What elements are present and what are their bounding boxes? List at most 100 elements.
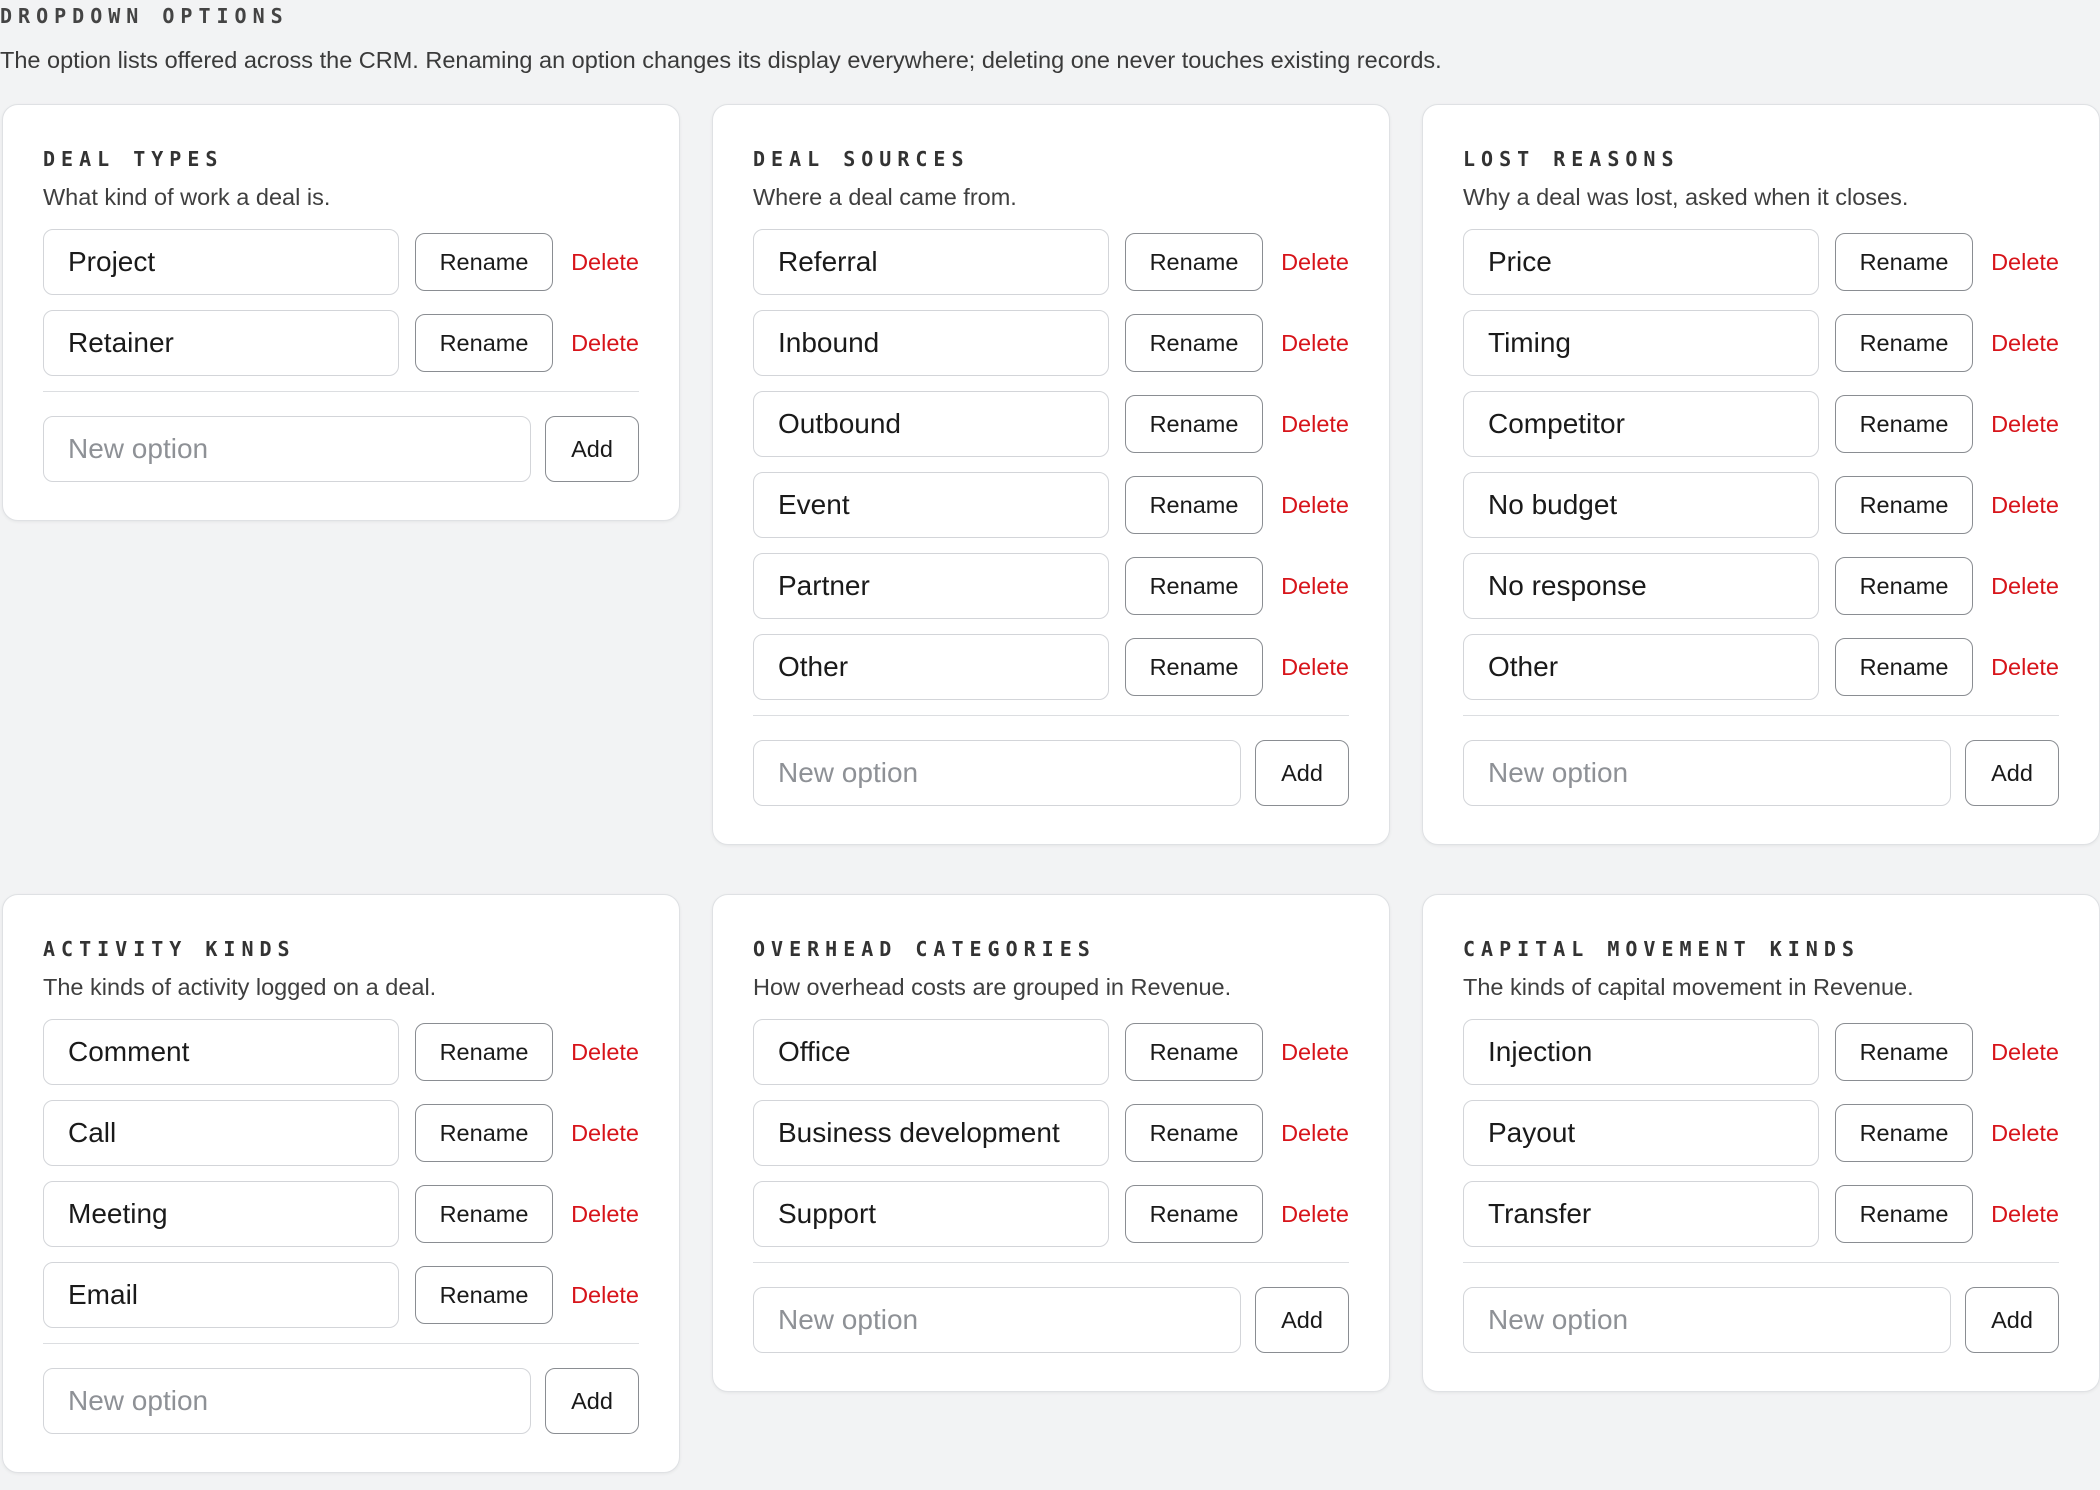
rename-button[interactable]: Rename	[1125, 233, 1263, 291]
delete-button[interactable]: Delete	[1281, 492, 1349, 519]
rename-button[interactable]: Rename	[1835, 1104, 1973, 1162]
rename-button[interactable]: Rename	[415, 233, 553, 291]
option-name-field[interactable]	[1463, 472, 1819, 538]
delete-button[interactable]: Delete	[1991, 411, 2059, 438]
add-button[interactable]: Add	[1965, 1287, 2059, 1353]
add-option-row: Add	[43, 416, 639, 482]
rename-button[interactable]: Rename	[1835, 314, 1973, 372]
rename-button[interactable]: Rename	[1125, 1185, 1263, 1243]
option-name-field[interactable]	[753, 1019, 1109, 1085]
divider	[43, 391, 639, 392]
rename-button[interactable]: Rename	[1125, 638, 1263, 696]
option-name-field[interactable]	[753, 229, 1109, 295]
rename-button[interactable]: Rename	[1125, 314, 1263, 372]
option-name-field[interactable]	[1463, 310, 1819, 376]
option-name-field[interactable]	[1463, 1100, 1819, 1166]
option-row: Rename Delete	[43, 229, 639, 295]
delete-button[interactable]: Delete	[1991, 249, 2059, 276]
option-row: Rename Delete	[753, 1181, 1349, 1247]
delete-button[interactable]: Delete	[1991, 1039, 2059, 1066]
delete-button[interactable]: Delete	[1991, 654, 2059, 681]
add-option-row: Add	[1463, 1287, 2059, 1353]
option-name-field[interactable]	[1463, 229, 1819, 295]
delete-button[interactable]: Delete	[1281, 330, 1349, 357]
delete-button[interactable]: Delete	[1281, 411, 1349, 438]
card-title: DEAL TYPES	[43, 147, 224, 171]
option-name-field[interactable]	[43, 229, 399, 295]
delete-button[interactable]: Delete	[1281, 654, 1349, 681]
delete-button[interactable]: Delete	[1281, 1039, 1349, 1066]
new-option-input[interactable]	[1463, 740, 1951, 806]
new-option-input[interactable]	[753, 1287, 1241, 1353]
option-name-field[interactable]	[1463, 553, 1819, 619]
add-button[interactable]: Add	[1255, 740, 1349, 806]
option-name-field[interactable]	[1463, 1019, 1819, 1085]
rename-button[interactable]: Rename	[415, 1266, 553, 1324]
rename-button[interactable]: Rename	[415, 314, 553, 372]
add-button[interactable]: Add	[1965, 740, 2059, 806]
delete-button[interactable]: Delete	[1991, 1201, 2059, 1228]
option-row: Rename Delete	[43, 1181, 639, 1247]
option-name-field[interactable]	[753, 1181, 1109, 1247]
add-button[interactable]: Add	[1255, 1287, 1349, 1353]
rename-button[interactable]: Rename	[1835, 1023, 1973, 1081]
add-option-row: Add	[753, 740, 1349, 806]
option-name-field[interactable]	[753, 391, 1109, 457]
card-title: ACTIVITY KINDS	[43, 937, 296, 961]
delete-button[interactable]: Delete	[571, 1201, 639, 1228]
option-row: Rename Delete	[753, 1100, 1349, 1166]
card-bottom-spacer	[43, 1434, 639, 1472]
rename-button[interactable]: Rename	[415, 1023, 553, 1081]
option-name-field[interactable]	[1463, 391, 1819, 457]
rename-button[interactable]: Rename	[1835, 557, 1973, 615]
delete-button[interactable]: Delete	[571, 330, 639, 357]
delete-button[interactable]: Delete	[571, 249, 639, 276]
new-option-input[interactable]	[43, 1368, 531, 1434]
rename-button[interactable]: Rename	[1835, 233, 1973, 291]
card-bottom-spacer	[43, 482, 639, 520]
option-list: RenameDeleteRenameDeleteRenameDeleteRena…	[43, 1019, 639, 1328]
option-name-field[interactable]	[43, 1100, 399, 1166]
new-option-input[interactable]	[1463, 1287, 1951, 1353]
option-name-field[interactable]	[753, 310, 1109, 376]
option-name-field[interactable]	[753, 472, 1109, 538]
rename-button[interactable]: Rename	[1125, 557, 1263, 615]
delete-button[interactable]: Delete	[1991, 573, 2059, 600]
rename-button[interactable]: Rename	[1835, 638, 1973, 696]
card-bottom-spacer	[1463, 806, 2059, 844]
option-name-field[interactable]	[1463, 1181, 1819, 1247]
option-name-field[interactable]	[753, 634, 1109, 700]
option-row: Rename Delete	[43, 310, 639, 376]
new-option-input[interactable]	[753, 740, 1241, 806]
delete-button[interactable]: Delete	[1281, 1120, 1349, 1147]
new-option-input[interactable]	[43, 416, 531, 482]
add-option-row: Add	[1463, 740, 2059, 806]
option-name-field[interactable]	[43, 1181, 399, 1247]
option-name-field[interactable]	[753, 1100, 1109, 1166]
option-name-field[interactable]	[43, 1019, 399, 1085]
option-name-field[interactable]	[753, 553, 1109, 619]
rename-button[interactable]: Rename	[415, 1104, 553, 1162]
delete-button[interactable]: Delete	[1281, 1201, 1349, 1228]
delete-button[interactable]: Delete	[1991, 1120, 2059, 1147]
rename-button[interactable]: Rename	[415, 1185, 553, 1243]
rename-button[interactable]: Rename	[1835, 476, 1973, 534]
option-name-field[interactable]	[43, 310, 399, 376]
add-button[interactable]: Add	[545, 416, 639, 482]
rename-button[interactable]: Rename	[1125, 395, 1263, 453]
option-name-field[interactable]	[1463, 634, 1819, 700]
delete-button[interactable]: Delete	[1991, 330, 2059, 357]
delete-button[interactable]: Delete	[571, 1039, 639, 1066]
delete-button[interactable]: Delete	[571, 1282, 639, 1309]
rename-button[interactable]: Rename	[1125, 476, 1263, 534]
delete-button[interactable]: Delete	[1281, 249, 1349, 276]
option-name-field[interactable]	[43, 1262, 399, 1328]
rename-button[interactable]: Rename	[1125, 1104, 1263, 1162]
add-button[interactable]: Add	[545, 1368, 639, 1434]
delete-button[interactable]: Delete	[1991, 492, 2059, 519]
rename-button[interactable]: Rename	[1125, 1023, 1263, 1081]
rename-button[interactable]: Rename	[1835, 395, 1973, 453]
rename-button[interactable]: Rename	[1835, 1185, 1973, 1243]
delete-button[interactable]: Delete	[1281, 573, 1349, 600]
delete-button[interactable]: Delete	[571, 1120, 639, 1147]
